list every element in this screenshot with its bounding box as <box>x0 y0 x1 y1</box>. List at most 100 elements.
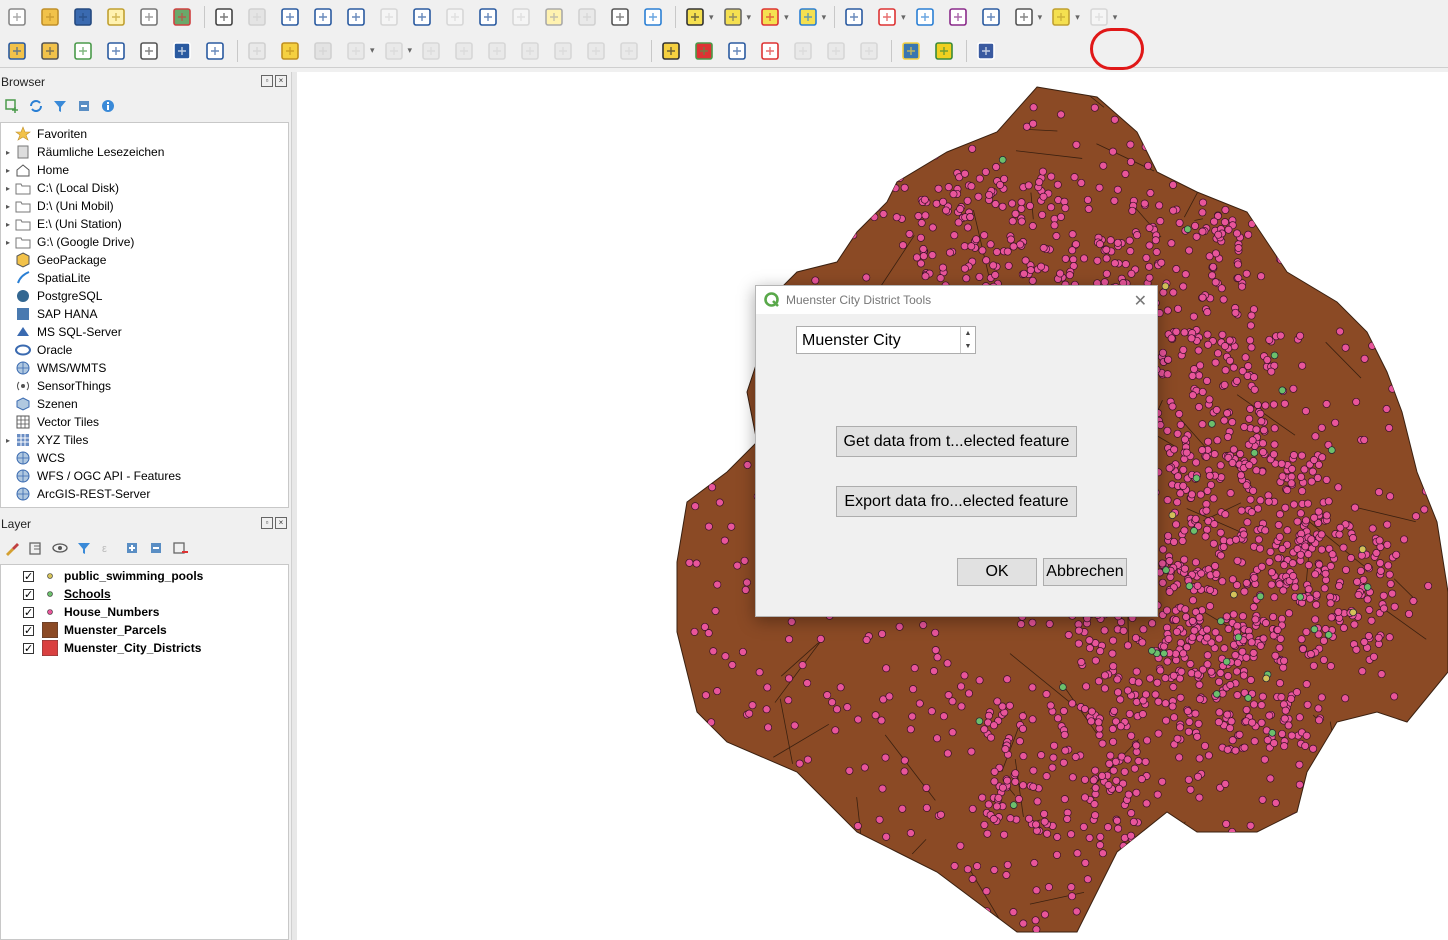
layer-row[interactable]: ✓ Muenster_City_Districts <box>1 639 288 657</box>
diagram-icon[interactable] <box>691 38 717 64</box>
digitize-icon[interactable] <box>343 38 369 64</box>
python-console-icon[interactable] <box>898 38 924 64</box>
browser-item[interactable]: WMS/WMTS <box>1 359 288 377</box>
layer-row[interactable]: ✓ House_Numbers <box>1 603 288 621</box>
zoom-last-icon[interactable] <box>475 4 501 30</box>
layer-row[interactable]: ✓ Schools <box>1 585 288 603</box>
open-project-icon[interactable] <box>37 4 63 30</box>
label-toolbar-icon[interactable] <box>658 38 684 64</box>
cancel-button[interactable]: Abbrechen <box>1043 558 1127 586</box>
new-geopackage-icon[interactable] <box>37 38 63 64</box>
select-location-icon[interactable] <box>795 4 821 30</box>
dropdown-arrow-icon[interactable]: ▾ <box>1075 12 1080 23</box>
dropdown-arrow-icon[interactable]: ▾ <box>1038 12 1043 23</box>
browser-item[interactable]: MS SQL-Server <box>1 323 288 341</box>
style-manager-icon[interactable] <box>169 4 195 30</box>
float-panel-icon[interactable]: ▫ <box>261 75 273 87</box>
new-virtual-layer-icon[interactable] <box>136 38 162 64</box>
dropdown-arrow-icon[interactable]: ▾ <box>408 45 413 56</box>
visibility-icon[interactable] <box>52 540 68 556</box>
new-temp-scratch-icon[interactable] <box>169 38 195 64</box>
remove-layer-icon[interactable] <box>172 540 188 556</box>
expand-arrow-icon[interactable]: ▸ <box>1 184 15 193</box>
select-by-value-icon[interactable] <box>720 4 746 30</box>
map-tips-icon[interactable] <box>1048 4 1074 30</box>
pin-labels-icon[interactable] <box>724 38 750 64</box>
save-project-icon[interactable] <box>70 4 96 30</box>
info-icon[interactable] <box>100 98 116 114</box>
zoom-full-icon[interactable] <box>343 4 369 30</box>
close-panel-icon[interactable]: × <box>275 517 287 529</box>
zoom-native-icon[interactable] <box>442 4 468 30</box>
toggle-editing-icon[interactable] <box>277 38 303 64</box>
refresh-icon[interactable] <box>28 98 44 114</box>
filter-icon[interactable] <box>52 98 68 114</box>
open-field-calculator-icon[interactable] <box>978 4 1004 30</box>
browser-item[interactable]: ▸ G:\ (Google Drive) <box>1 233 288 251</box>
deselect-icon[interactable] <box>757 4 783 30</box>
new-project-icon[interactable] <box>4 4 30 30</box>
rotate-label-icon[interactable] <box>823 38 849 64</box>
zoom-out-icon[interactable] <box>310 4 336 30</box>
browser-item[interactable]: GeoPackage <box>1 251 288 269</box>
browser-item[interactable]: SAP HANA <box>1 305 288 323</box>
locator-icon[interactable] <box>1086 4 1112 30</box>
browser-item[interactable]: WFS / OGC API - Features <box>1 467 288 485</box>
layer-visibility-checkbox[interactable]: ✓ <box>23 642 34 654</box>
expand-arrow-icon[interactable]: ▸ <box>1 148 15 157</box>
dropdown-arrow-icon[interactable]: ▾ <box>1113 12 1118 23</box>
zoom-in-icon[interactable] <box>277 4 303 30</box>
add-group-icon[interactable] <box>28 540 44 556</box>
new-shapefile-icon[interactable] <box>70 38 96 64</box>
temporal-controller-icon[interactable] <box>607 4 633 30</box>
expand-all-icon[interactable] <box>124 540 140 556</box>
new-spatialite-icon[interactable] <box>103 38 129 64</box>
browser-item[interactable]: Oracle <box>1 341 288 359</box>
cut-features-icon[interactable] <box>484 38 510 64</box>
dropdown-arrow-icon[interactable]: ▾ <box>709 12 714 23</box>
save-edits-icon[interactable] <box>310 38 336 64</box>
filter-legend-icon[interactable] <box>76 540 92 556</box>
modify-attributes-icon[interactable] <box>418 38 444 64</box>
layer-visibility-checkbox[interactable]: ✓ <box>23 570 34 582</box>
get-data-button[interactable]: Get data from t...elected feature <box>836 426 1077 457</box>
ok-button[interactable]: OK <box>957 558 1037 586</box>
browser-item[interactable]: ▸ Home <box>1 161 288 179</box>
layer-visibility-checkbox[interactable]: ✓ <box>23 588 34 600</box>
browser-item[interactable]: Szenen <box>1 395 288 413</box>
layer-row[interactable]: ✓ public_swimming_pools <box>1 567 288 585</box>
style-layer-icon[interactable] <box>4 540 20 556</box>
close-icon[interactable]: ✕ <box>1134 291 1147 311</box>
show-hide-labels-icon[interactable] <box>757 38 783 64</box>
browser-item[interactable]: SpatiaLite <box>1 269 288 287</box>
browser-item[interactable]: ▸ E:\ (Uni Station) <box>1 215 288 233</box>
move-label-icon[interactable] <box>790 38 816 64</box>
spin-arrows[interactable]: ▲ ▼ <box>960 327 975 353</box>
data-source-manager-icon[interactable] <box>4 38 30 64</box>
spin-down-icon[interactable]: ▼ <box>961 340 975 353</box>
muenster-plugin-icon[interactable] <box>931 38 957 64</box>
dropdown-arrow-icon[interactable]: ▾ <box>901 12 906 23</box>
new-mesh-icon[interactable] <box>202 38 228 64</box>
select-features-icon[interactable] <box>682 4 708 30</box>
browser-item[interactable]: ▸ C:\ (Local Disk) <box>1 179 288 197</box>
expand-arrow-icon[interactable]: ▸ <box>1 166 15 175</box>
statistics-icon[interactable] <box>945 4 971 30</box>
float-panel-icon[interactable]: ▫ <box>261 517 273 529</box>
dropdown-arrow-icon[interactable]: ▾ <box>747 12 752 23</box>
dropdown-arrow-icon[interactable]: ▾ <box>822 12 827 23</box>
layout-manager-icon[interactable] <box>136 4 162 30</box>
collapse-all-icon[interactable] <box>76 98 92 114</box>
measure-icon[interactable] <box>1011 4 1037 30</box>
new-bookmark-icon[interactable] <box>541 4 567 30</box>
identify-icon[interactable] <box>841 4 867 30</box>
change-label-icon[interactable] <box>856 38 882 64</box>
redo-icon[interactable] <box>616 38 642 64</box>
layer-row[interactable]: ✓ Muenster_Parcels <box>1 621 288 639</box>
export-data-button[interactable]: Export data fro...elected feature <box>836 486 1077 517</box>
browser-item[interactable]: Vector Tiles <box>1 413 288 431</box>
dropdown-arrow-icon[interactable]: ▾ <box>784 12 789 23</box>
browser-item[interactable]: ArcGIS-REST-Server <box>1 485 288 503</box>
spin-up-icon[interactable]: ▲ <box>961 327 975 340</box>
current-edits-icon[interactable] <box>244 38 270 64</box>
